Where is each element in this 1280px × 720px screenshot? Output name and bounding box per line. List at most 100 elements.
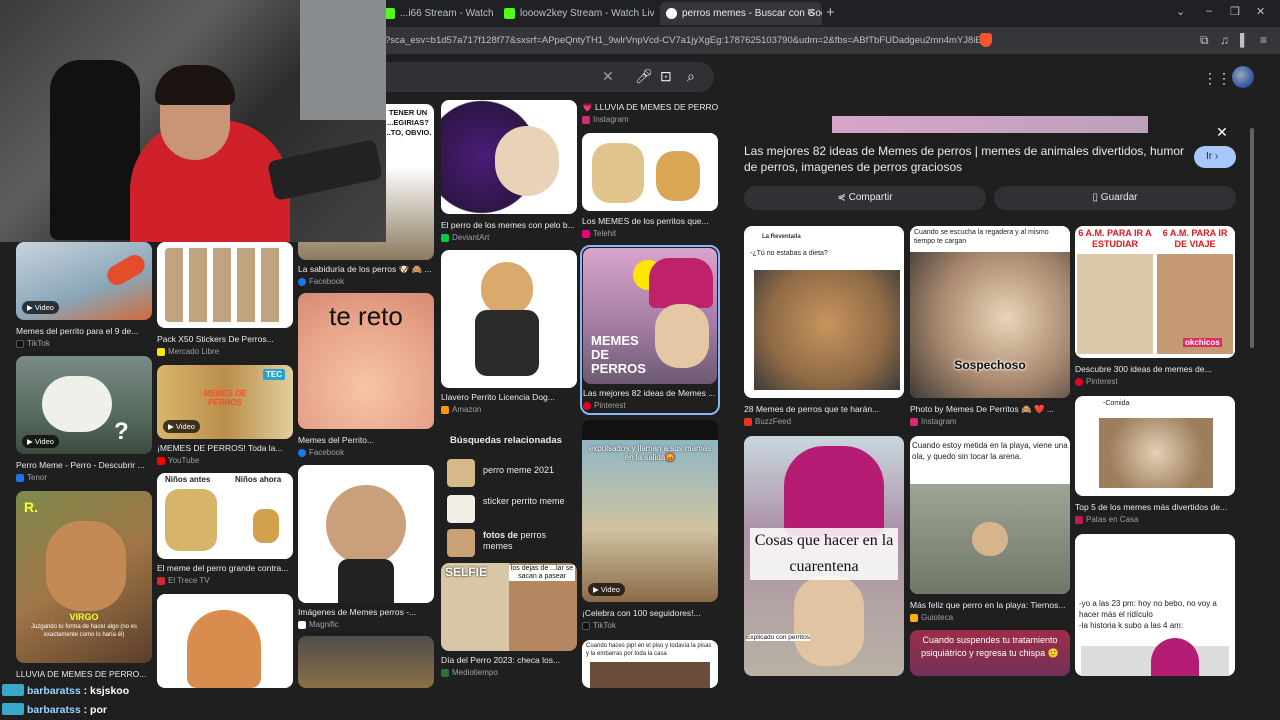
result-thumbnail[interactable] (441, 250, 577, 388)
result-caption[interactable]: Llavero Perrito Licencia Dog... (441, 392, 577, 402)
related-item[interactable]: perro meme 2021 (441, 455, 577, 489)
image-result[interactable]: El perro de los memes con pelo b... Devi… (441, 100, 577, 242)
related-thumbnail[interactable]: Cuando se escucha la regadera y al mismo… (910, 226, 1070, 398)
result-source[interactable]: YouTube (157, 456, 293, 465)
image-result[interactable]: R. VIRGO Juzgando tu forma de hacer algo… (16, 491, 152, 681)
clear-search-icon[interactable]: ✕ (602, 68, 614, 85)
avatar[interactable] (1232, 66, 1254, 88)
image-result[interactable]: expulsados y llaman a sus mamás en la sa… (582, 420, 718, 632)
result-source[interactable]: Mediotiempo (441, 668, 577, 677)
related-image[interactable]: -Comida Top 5 de los memes más divertido… (1075, 396, 1235, 524)
lens-icon[interactable]: ⊡ (660, 68, 672, 85)
image-result[interactable]: 💗 LLUVIA DE MEMES DE PERRO... Instagram (582, 100, 718, 128)
result-source[interactable]: Tenor (16, 473, 152, 482)
result-source[interactable]: El Trece TV (157, 576, 293, 585)
result-source[interactable]: Facebook (298, 448, 434, 457)
related-image[interactable]: Cosas que hacer en la cuarentena Explica… (744, 436, 904, 676)
menu-icon[interactable]: ≡ (1260, 33, 1267, 47)
go-button[interactable]: Ir › (1194, 146, 1236, 168)
related-source[interactable]: Instagram (910, 417, 1070, 426)
result-caption[interactable]: Los MEMES de los perritos que... (582, 216, 718, 226)
result-source[interactable]: TikTok (16, 339, 152, 348)
related-source[interactable]: Guioteca (910, 613, 1070, 622)
result-caption[interactable]: El perro de los memes con pelo b... (441, 220, 577, 230)
result-caption[interactable]: Pack X50 Stickers De Perros... (157, 334, 293, 344)
tab-stream-1[interactable]: ...i66 Stream - Watch Live on (378, 2, 494, 25)
tab-stream-2[interactable]: looow2key Stream - Watch Live on (498, 2, 654, 25)
image-result[interactable]: ? ▶ Video Perro Meme - Perro - Descubrir… (16, 356, 152, 486)
result-caption[interactable]: LLUVIA DE MEMES DE PERRO... (16, 669, 152, 679)
related-source[interactable]: BuzzFeed (744, 417, 904, 426)
result-thumbnail[interactable] (441, 100, 577, 214)
result-source[interactable]: DeviantArt (441, 233, 577, 242)
related-thumbnail[interactable]: La Reventalla -¿Tú no estabas a dieta? (744, 226, 904, 398)
brave-shield-icon[interactable] (980, 33, 992, 47)
related-thumbnail[interactable]: Cuando estoy metida en la playa, viene u… (910, 436, 1070, 594)
result-thumbnail[interactable]: ? ▶ Video (16, 356, 152, 454)
related-thumbnail[interactable]: 6 A.M. PARA IR A ESTUDIAR 6 A.M. PARA IR… (1075, 226, 1235, 358)
related-image[interactable]: Cuando suspendes tu tratamiento psiquiát… (910, 630, 1070, 676)
related-thumbnail[interactable]: -Comida (1075, 396, 1235, 496)
related-caption[interactable]: Top 5 de los memes más divertidos de... (1075, 502, 1235, 512)
close-panel-button[interactable]: ✕ (1212, 122, 1232, 142)
result-caption[interactable]: El meme del perro grande contra... (157, 563, 293, 573)
result-thumbnail[interactable]: SELFIE los dejas de ...lar se sacan a pa… (441, 563, 577, 651)
image-result[interactable]: te reto Memes del Perrito... Facebook (298, 293, 434, 458)
result-source[interactable]: Facebook (298, 277, 434, 286)
search-box[interactable]: ✕ 🎤︎ ⊡ ⌕ (330, 62, 714, 92)
result-caption[interactable]: Imágenes de Memes perros -... (298, 607, 434, 617)
result-thumbnail[interactable]: Cuando haces pipí en el piso y todavía l… (582, 640, 718, 688)
image-result[interactable]: Cuando haces pipí en el piso y todavía l… (582, 640, 718, 688)
result-source[interactable]: Telehit (582, 229, 718, 238)
image-result[interactable]: MEMES DE PERROS TEC ▶ Video ¡MEMES DE PE… (157, 365, 293, 469)
related-thumbnail[interactable]: -yo a las 23 pm: hoy no bebo, no voy a h… (1075, 534, 1235, 676)
related-source[interactable]: Pinterest (1075, 377, 1235, 386)
related-image[interactable]: Cuando estoy metida en la playa, viene u… (910, 436, 1070, 622)
result-caption[interactable]: Las mejores 82 ideas de Memes ... (583, 388, 717, 398)
image-result[interactable]: Niños antes Niños ahora El meme del perr… (157, 473, 293, 589)
result-caption[interactable]: ¡Celebra con 100 seguidores!... (582, 608, 718, 618)
result-thumbnail[interactable]: R. VIRGO Juzgando tu forma de hacer algo… (16, 491, 152, 663)
image-result[interactable]: SELFIE los dejas de ...lar se sacan a pa… (441, 563, 577, 681)
maximize-button[interactable]: ❐ (1230, 5, 1240, 18)
result-source[interactable]: TikTok (582, 621, 718, 630)
related-image[interactable]: 6 A.M. PARA IR A ESTUDIAR 6 A.M. PARA IR… (1075, 226, 1235, 388)
result-caption[interactable]: ¡MEMES DE PERROS! Toda la... (157, 443, 293, 453)
related-thumbnail[interactable]: Cosas que hacer en la cuarentena Explica… (744, 436, 904, 676)
tab-search-icon[interactable]: ⌄ (1176, 5, 1185, 18)
related-item[interactable]: fotos de perros memes (441, 525, 577, 559)
result-thumbnail[interactable] (298, 465, 434, 603)
image-result[interactable] (298, 636, 434, 688)
panel-title[interactable]: Las mejores 82 ideas de Memes de perros … (744, 143, 1184, 175)
panel-scrollbar-thumb[interactable] (1250, 128, 1254, 348)
result-thumbnail[interactable] (582, 133, 718, 211)
result-thumbnail[interactable] (157, 242, 293, 328)
related-caption[interactable]: Descubre 300 ideas de memes de... (1075, 364, 1235, 374)
result-thumbnail[interactable]: MEMES DE PERROS (583, 248, 717, 384)
result-source[interactable]: Instagram (582, 115, 718, 124)
image-result[interactable]: Pack X50 Stickers De Perros... Mercado L… (157, 242, 293, 360)
image-result[interactable]: ▶ Video Memes del perrito para el 9 de..… (16, 242, 152, 352)
new-tab-button[interactable]: + (826, 4, 835, 21)
result-caption[interactable]: 💗 LLUVIA DE MEMES DE PERRO... (582, 102, 718, 113)
related-image[interactable]: -yo a las 23 pm: hoy no bebo, no voy a h… (1075, 534, 1235, 676)
share-button[interactable]: ⋞ Compartir (744, 186, 986, 210)
result-thumbnail[interactable]: te reto (298, 293, 434, 429)
related-item[interactable]: sticker perrito meme (441, 491, 577, 525)
related-caption[interactable]: Photo by Memes De Perritos 🙈 ❤️ ... (910, 404, 1070, 415)
result-caption[interactable]: Memes del perrito para el 9 de... (16, 326, 152, 336)
media-icon[interactable]: ♫ (1220, 33, 1229, 47)
result-thumbnail[interactable] (157, 594, 293, 688)
save-button[interactable]: ▯ Guardar (994, 186, 1236, 210)
result-source[interactable]: Magnific (298, 620, 434, 629)
result-thumbnail[interactable]: Niños antes Niños ahora (157, 473, 293, 559)
result-thumbnail[interactable] (298, 636, 434, 688)
result-source[interactable]: Amazon (441, 405, 577, 414)
image-result[interactable] (157, 594, 293, 688)
related-image[interactable]: Cuando se escucha la regadera y al mismo… (910, 226, 1070, 430)
url-field[interactable]: ?sca_esv=b1d57a717f128f77&sxsrf=APpeQnty… (385, 32, 1005, 49)
result-caption[interactable]: La sabiduría de los perros 🐶 🙈 ... (298, 264, 434, 275)
image-result[interactable]: Llavero Perrito Licencia Dog... Amazon (441, 250, 577, 418)
result-caption[interactable]: Día del Perro 2023: checa los... (441, 655, 577, 665)
result-caption[interactable]: Perro Meme - Perro - Descubrir ... (16, 460, 152, 470)
